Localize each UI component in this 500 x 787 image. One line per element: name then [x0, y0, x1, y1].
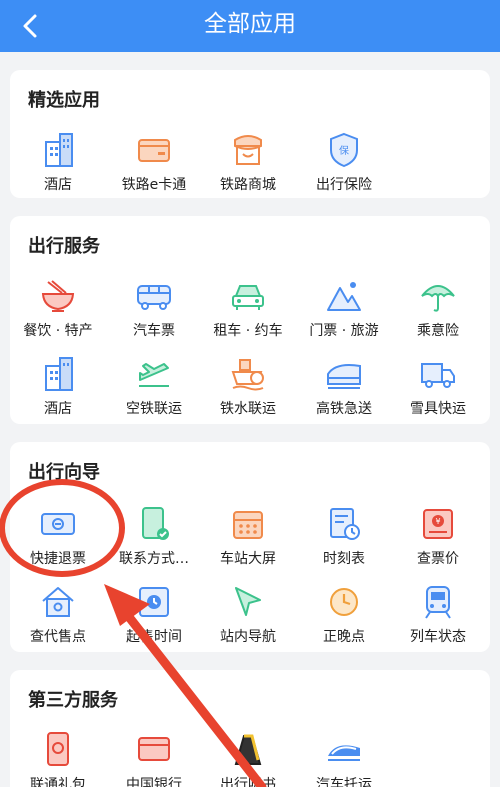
app-label: 快捷退票: [30, 551, 86, 567]
app-hsr-express[interactable]: 高铁急送: [294, 354, 394, 418]
app-label: 餐饮 · 特产: [23, 323, 93, 339]
price-tag-icon: ¥: [423, 509, 453, 539]
app-audiobooks[interactable]: 出行听书: [198, 730, 298, 787]
bus-icon: [137, 285, 171, 310]
app-label: 空铁联运: [126, 401, 182, 417]
app-label: 中国银行: [126, 777, 182, 787]
app-label: 汽车托运: [316, 777, 372, 787]
app-label: 正晚点: [323, 629, 365, 645]
mountain-icon: [327, 282, 361, 311]
car-wave-icon: [328, 745, 360, 761]
svg-text:保: 保: [339, 144, 349, 157]
card-icon: [138, 139, 170, 162]
section-third-party: 第三方服务 联通礼包 中国银行 出行听书 汽车托运: [10, 670, 490, 787]
app-food-specialty[interactable]: 餐饮 · 特产: [8, 276, 108, 340]
app-car-shipping[interactable]: 汽车托运: [294, 730, 394, 787]
phone-gift-icon: [47, 732, 69, 766]
app-station-navigation[interactable]: 站内导航: [198, 582, 298, 646]
top-bar: 全部应用: [0, 0, 500, 52]
app-bank-of-china[interactable]: 中国银行: [104, 730, 204, 787]
app-label: 车站大屏: [220, 551, 276, 567]
app-label: 时刻表: [323, 551, 365, 567]
app-ski-shipping[interactable]: 雪具快运: [388, 354, 488, 418]
app-label: 租车 · 约车: [213, 323, 283, 339]
app-rail-e-card[interactable]: 铁路e卡通: [104, 130, 204, 194]
shop-icon: [234, 135, 262, 165]
hotel-icon: [45, 133, 73, 167]
app-car-rental[interactable]: 租车 · 约车: [198, 276, 298, 340]
app-rail-water[interactable]: 铁水联运: [198, 354, 298, 418]
app-label: 铁水联运: [220, 401, 276, 417]
app-travel-insurance[interactable]: 保 出行保险: [294, 130, 394, 194]
section-title: 出行服务: [28, 236, 100, 257]
book-icon: [234, 734, 262, 765]
svg-text:¥: ¥: [435, 517, 440, 526]
app-unicom-gift[interactable]: 联通礼包: [8, 730, 108, 787]
train-icon: [425, 586, 451, 619]
page-title: 全部应用: [204, 11, 296, 37]
truck-icon: [421, 363, 455, 388]
app-label: 乘意险: [417, 323, 459, 339]
app-label: 联通礼包: [30, 777, 86, 787]
app-station-screen[interactable]: 车站大屏: [198, 504, 298, 568]
app-label: 起售时间: [126, 629, 182, 645]
app-delay-status[interactable]: 正晚点: [294, 582, 394, 646]
app-tickets-tours[interactable]: 门票 · 旅游: [294, 276, 394, 340]
ticket-refund-icon: [41, 513, 75, 535]
section-travel-guide: 出行向导 快捷退票 联系方式… 车站大屏 时刻表 ¥ 查票价 查代售点 起售时间…: [10, 442, 490, 652]
car-icon: [232, 285, 264, 310]
app-accident-insurance[interactable]: 乘意险: [388, 276, 488, 340]
app-agency-lookup[interactable]: 查代售点: [8, 582, 108, 646]
app-label: 门票 · 旅游: [309, 323, 379, 339]
app-label: 酒店: [44, 401, 72, 417]
clock-icon: [330, 588, 358, 616]
section-title: 精选应用: [28, 90, 100, 111]
app-hotel-2[interactable]: 酒店: [8, 354, 108, 418]
app-label: 查代售点: [30, 629, 86, 645]
umbrella-icon: [421, 285, 455, 312]
app-air-rail[interactable]: 空铁联运: [104, 354, 204, 418]
app-fare-lookup[interactable]: ¥ 查票价: [388, 504, 488, 568]
app-train-status[interactable]: 列车状态: [388, 582, 488, 646]
section-travel-services: 出行服务 餐饮 · 特产 汽车票 租车 · 约车 门票 · 旅游 乘意险 酒店 …: [10, 216, 490, 424]
app-label: 汽车票: [133, 323, 175, 339]
app-label: 联系方式…: [119, 551, 189, 567]
app-hotel[interactable]: 酒店: [8, 130, 108, 194]
phone-check-icon: [142, 507, 169, 540]
cursor-arrow-icon: [235, 587, 261, 616]
app-label: 雪具快运: [410, 401, 466, 417]
section-featured-apps: 精选应用 酒店 铁路e卡通 铁路商城 保 出行保险: [10, 70, 490, 198]
house-icon: [42, 587, 74, 617]
app-label: 列车状态: [410, 629, 466, 645]
app-label: 铁路商城: [220, 177, 276, 193]
bullet-train-icon: [327, 364, 361, 389]
app-sale-time[interactable]: 起售时间: [104, 582, 204, 646]
ticket-clock-icon: [139, 587, 169, 617]
app-contact[interactable]: 联系方式…: [104, 504, 204, 568]
plane-train-icon: [139, 363, 169, 387]
grid-board-icon: [233, 511, 263, 539]
app-timetable[interactable]: 时刻表: [294, 504, 394, 568]
noodle-bowl-icon: [41, 280, 75, 312]
app-label: 出行保险: [316, 177, 372, 193]
app-quick-refund[interactable]: 快捷退票: [8, 504, 108, 568]
shield-icon: 保: [330, 132, 358, 168]
hotel-icon: [45, 357, 73, 391]
app-label: 铁路e卡通: [121, 177, 187, 193]
app-label: 查票价: [417, 551, 459, 567]
app-label: 站内导航: [220, 629, 276, 645]
app-label: 出行听书: [220, 777, 276, 787]
section-title: 出行向导: [28, 462, 100, 483]
app-label: 酒店: [44, 177, 72, 193]
app-rail-mall[interactable]: 铁路商城: [198, 130, 298, 194]
ship-icon: [231, 359, 264, 391]
app-label: 高铁急送: [316, 401, 372, 417]
section-title: 第三方服务: [28, 690, 118, 711]
schedule-icon: [330, 508, 360, 540]
app-bus-ticket[interactable]: 汽车票: [104, 276, 204, 340]
bank-card-icon: [138, 737, 170, 761]
